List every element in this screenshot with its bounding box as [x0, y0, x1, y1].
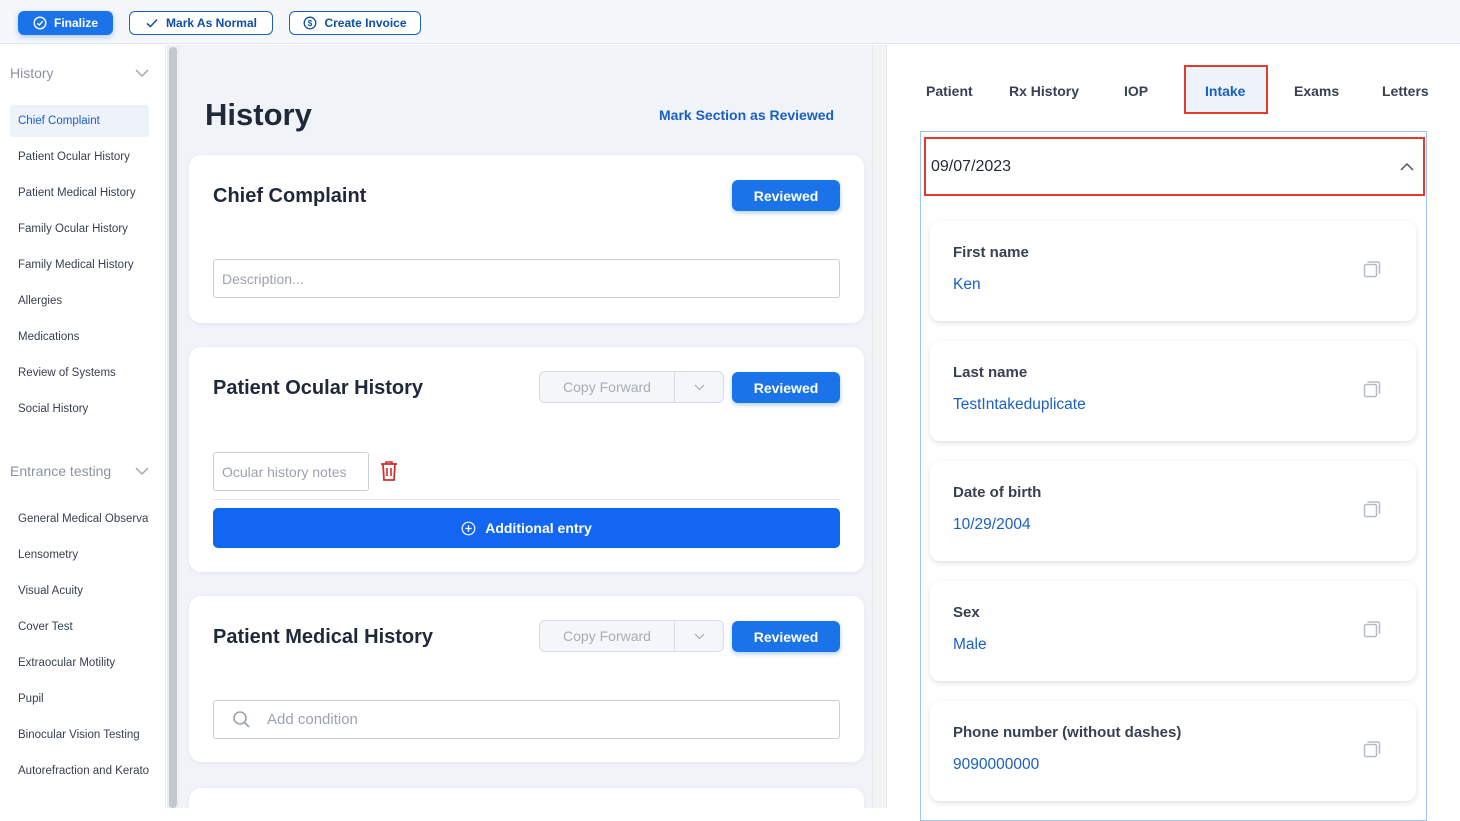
search-icon: [233, 711, 250, 728]
nav-item-general-medical-observation[interactable]: General Medical Observation: [10, 503, 149, 535]
medical-history-reviewed-button[interactable]: Reviewed: [732, 621, 840, 652]
field-phone-number: Phone number (without dashes) 9090000000: [930, 701, 1416, 801]
nav-item-patient-medical-history[interactable]: Patient Medical History: [10, 177, 149, 209]
nav-item-extraocular-motility[interactable]: Extraocular Motility: [10, 647, 149, 679]
field-first-name: First name Ken: [930, 221, 1416, 321]
field-label: Last name: [953, 364, 1028, 381]
field-value: 10/29/2004: [953, 516, 1031, 533]
chief-complaint-description-input[interactable]: Description...: [213, 259, 840, 298]
field-value: 9090000000: [953, 756, 1040, 773]
next-section-card: [189, 788, 864, 808]
nav-item-cover-test[interactable]: Cover Test: [10, 611, 149, 643]
nav-item-social-history[interactable]: Social History: [10, 393, 149, 425]
field-label: Date of birth: [953, 484, 1042, 501]
nav-item-review-of-systems[interactable]: Review of Systems: [10, 357, 149, 389]
tab-patient[interactable]: Patient: [926, 83, 973, 99]
chief-complaint-reviewed-button[interactable]: Reviewed: [732, 180, 840, 211]
create-invoice-button[interactable]: $ Create Invoice: [289, 11, 421, 35]
section-navigation: History Chief Complaint Patient Ocular H…: [0, 45, 166, 808]
field-sex: Sex Male: [930, 581, 1416, 681]
nav-item-autorefraction-keratometry[interactable]: Autorefraction and Keratometry: [10, 755, 149, 787]
chevron-down-icon: [135, 467, 149, 476]
nav-item-patient-ocular-history[interactable]: Patient Ocular History: [10, 141, 149, 173]
intake-date-accordion[interactable]: 09/07/2023: [924, 137, 1425, 196]
nav-item-pupil[interactable]: Pupil: [10, 683, 149, 715]
chief-complaint-title: Chief Complaint: [213, 185, 367, 207]
top-toolbar: Finalize Mark As Normal $ Create Invoice: [0, 0, 1460, 44]
nav-item-binocular-vision-testing[interactable]: Binocular Vision Testing: [10, 719, 149, 751]
entrance-testing-section-header[interactable]: Entrance testing: [10, 463, 150, 479]
history-section-header[interactable]: History: [10, 65, 150, 81]
mark-as-normal-button[interactable]: Mark As Normal: [129, 11, 273, 35]
nav-item-chief-complaint[interactable]: Chief Complaint: [10, 105, 149, 137]
ocular-copy-forward-label: Copy Forward: [540, 372, 675, 402]
entrance-testing-section-label: Entrance testing: [10, 463, 112, 479]
nav-item-allergies[interactable]: Allergies: [10, 285, 149, 317]
chevron-down-icon[interactable]: [675, 372, 723, 402]
finalize-button[interactable]: Finalize: [18, 11, 113, 35]
chevron-up-icon: [1400, 162, 1414, 171]
trash-icon[interactable]: [379, 460, 399, 482]
field-label: Phone number (without dashes): [953, 724, 1182, 741]
copy-icon[interactable]: [1362, 499, 1382, 519]
nav-item-visual-acuity[interactable]: Visual Acuity: [10, 575, 149, 607]
tab-intake[interactable]: Intake: [1205, 83, 1245, 99]
copy-icon[interactable]: [1362, 739, 1382, 759]
svg-text:$: $: [308, 19, 313, 28]
check-icon: [146, 18, 158, 28]
field-last-name: Last name TestIntakeduplicate: [930, 341, 1416, 441]
nav-item-lensometry[interactable]: Lensometry: [10, 539, 149, 571]
tab-exams[interactable]: Exams: [1294, 83, 1339, 99]
add-condition-placeholder: Add condition: [267, 711, 358, 728]
medical-copy-forward-dropdown[interactable]: Copy Forward: [539, 620, 724, 652]
history-section-label: History: [10, 65, 54, 81]
nav-item-medications[interactable]: Medications: [10, 321, 149, 353]
field-value: Ken: [953, 276, 981, 293]
create-invoice-label: Create Invoice: [324, 16, 407, 30]
chevron-down-icon: [135, 69, 149, 78]
nav-item-family-medical-history[interactable]: Family Medical History: [10, 249, 149, 281]
medical-copy-forward-label: Copy Forward: [540, 621, 675, 651]
tab-rx-history[interactable]: Rx History: [1009, 83, 1079, 99]
mark-section-reviewed-link[interactable]: Mark Section as Reviewed: [659, 107, 834, 123]
check-circle-icon: [33, 16, 47, 30]
copy-icon[interactable]: [1362, 379, 1382, 399]
copy-icon[interactable]: [1362, 259, 1382, 279]
page-title: History: [205, 97, 312, 132]
tab-iop[interactable]: IOP: [1124, 83, 1148, 99]
additional-entry-label: Additional entry: [485, 520, 592, 536]
ocular-history-notes-input[interactable]: Ocular history notes: [213, 452, 369, 491]
history-content: History Mark Section as Reviewed Chief C…: [179, 45, 872, 808]
field-label: First name: [953, 244, 1029, 261]
patient-info-panel: Patient Rx History IOP Intake Exams Lett…: [887, 45, 1460, 821]
finalize-label: Finalize: [53, 16, 98, 30]
field-label: Sex: [953, 604, 980, 621]
mark-as-normal-label: Mark As Normal: [166, 16, 257, 30]
add-condition-search-input[interactable]: Add condition: [213, 700, 840, 739]
ocular-history-reviewed-button[interactable]: Reviewed: [732, 372, 840, 403]
tab-letters[interactable]: Letters: [1382, 83, 1429, 99]
intake-date: 09/07/2023: [931, 157, 1012, 175]
chevron-down-icon[interactable]: [675, 621, 723, 651]
plus-circle-icon: [461, 521, 476, 535]
additional-entry-button[interactable]: Additional entry: [213, 508, 840, 548]
patient-medical-history-title: Patient Medical History: [213, 626, 434, 648]
field-value: TestIntakeduplicate: [953, 396, 1086, 413]
patient-ocular-history-card: Patient Ocular History Copy Forward Revi…: [189, 347, 864, 572]
patient-medical-history-card: Patient Medical History Copy Forward Rev…: [189, 596, 864, 762]
field-date-of-birth: Date of birth 10/29/2004: [930, 461, 1416, 561]
chief-complaint-card: Chief Complaint Reviewed Description...: [189, 155, 864, 323]
entry-divider: [213, 499, 840, 500]
panel-splitter[interactable]: [872, 45, 887, 808]
nav-item-family-ocular-history[interactable]: Family Ocular History: [10, 213, 149, 245]
dollar-circle-icon: $: [304, 16, 317, 30]
patient-ocular-history-title: Patient Ocular History: [213, 377, 424, 399]
content-scrollbar-thumb[interactable]: [169, 47, 177, 808]
copy-icon[interactable]: [1362, 619, 1382, 639]
field-value: Male: [953, 636, 987, 653]
ocular-copy-forward-dropdown[interactable]: Copy Forward: [539, 371, 724, 403]
